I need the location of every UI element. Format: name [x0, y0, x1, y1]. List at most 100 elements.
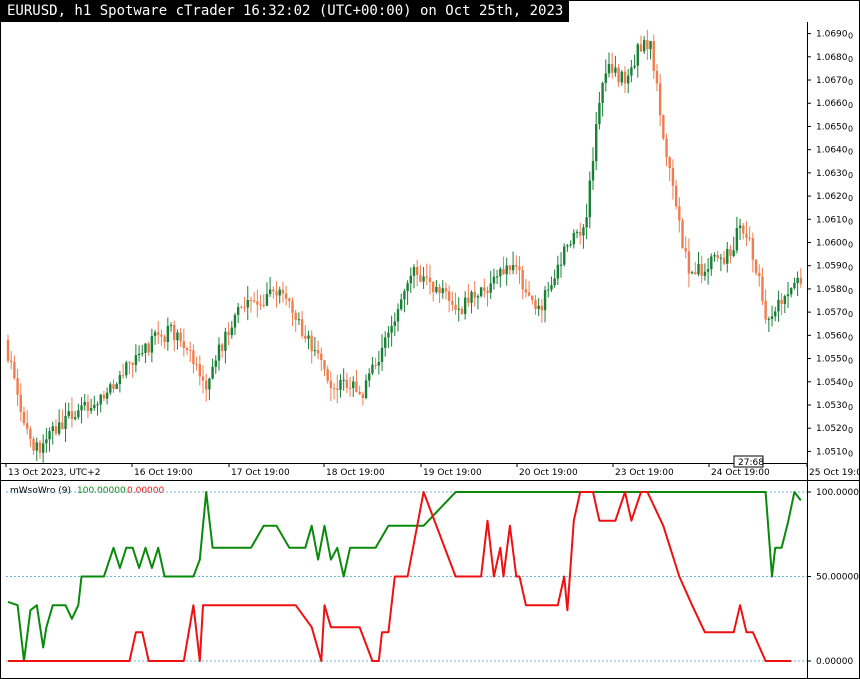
candle-body — [441, 288, 444, 294]
candle-body — [240, 307, 243, 309]
candle-body — [489, 283, 492, 293]
price-axis-tick-label: 1.0690 — [816, 30, 848, 40]
candle-body — [220, 344, 224, 351]
price-axis-tick-label: 1.0680 — [816, 53, 848, 63]
candle-body — [697, 263, 700, 275]
candle-body — [128, 362, 131, 364]
candle-body — [224, 331, 227, 351]
candle-body — [662, 115, 665, 139]
price-axis-tick-subdigit: 0 — [848, 264, 853, 273]
candle-body — [19, 394, 22, 412]
candle-body — [169, 324, 173, 326]
candle-body — [147, 343, 150, 353]
candle-body — [415, 266, 419, 275]
candle-body — [364, 380, 368, 398]
candle-body — [173, 324, 176, 341]
candle-body — [61, 422, 64, 429]
chart-canvas[interactable]: 1.0690 01.0680 01.0670 01.0660 01.0650 01.064… — [1, 1, 859, 678]
candle-body — [435, 286, 438, 293]
candle-body — [722, 257, 726, 264]
price-axis-tick-label: 1.0620 — [816, 192, 848, 202]
candle-body — [236, 307, 240, 316]
candle-body — [684, 248, 687, 252]
candle-body — [80, 405, 83, 411]
candle-body — [780, 299, 783, 304]
candle-body — [457, 308, 460, 310]
candle-body — [109, 384, 112, 393]
candle-body — [313, 350, 317, 352]
candle-body — [83, 401, 86, 406]
candle-body — [537, 305, 540, 309]
candle-body — [67, 411, 70, 416]
candle-body — [195, 364, 198, 366]
candle-body — [540, 305, 544, 311]
candle-body — [527, 292, 531, 296]
price-axis-tick-label: 1.0610 — [816, 215, 848, 225]
candle-body — [569, 244, 572, 246]
candle-body — [409, 275, 412, 284]
price-axis-tick-label: 1.0560 — [816, 331, 848, 341]
candle-body — [243, 307, 246, 309]
candle-body — [502, 269, 505, 275]
candle-body — [751, 238, 755, 260]
candle-body — [610, 64, 614, 73]
indicator-name: mWsoWro (9) — [10, 486, 71, 496]
candle-body — [438, 286, 441, 294]
candle-body — [323, 360, 326, 370]
candle-body — [671, 168, 675, 186]
price-axis-tick-subdigit: 0 — [848, 78, 853, 87]
price-axis-tick-subdigit: 0 — [848, 194, 853, 203]
candle-body — [345, 379, 349, 388]
candle-body — [585, 217, 588, 228]
candle-body — [246, 300, 249, 308]
price-axis-tick-label: 1.0540 — [816, 378, 848, 388]
price-axis-tick-label: 1.0630 — [816, 169, 848, 179]
candle-body — [492, 276, 496, 284]
candle-body — [377, 362, 381, 366]
candle-body — [617, 67, 620, 83]
candle-body — [189, 349, 192, 351]
candle-body — [393, 321, 397, 326]
candle-body — [486, 290, 489, 293]
candle-body — [703, 271, 707, 276]
candle-body — [134, 355, 138, 365]
price-axis-tick-subdigit: 0 — [848, 55, 853, 64]
candle-body — [700, 263, 703, 276]
price-axis-tick-subdigit: 0 — [848, 310, 853, 319]
candle-body — [137, 353, 141, 356]
candle-body — [620, 71, 623, 83]
candle-body — [214, 360, 217, 367]
candle-body — [77, 410, 80, 418]
candle-body — [368, 373, 371, 381]
candle-body — [400, 299, 403, 310]
candle-body — [799, 277, 803, 284]
candle-body — [25, 423, 29, 429]
candle-body — [425, 276, 428, 278]
candle-body — [45, 439, 48, 444]
candle-body — [793, 283, 796, 289]
candle-body — [361, 394, 365, 398]
price-axis-tick-label: 1.0520 — [816, 424, 848, 434]
candle-body — [665, 138, 668, 158]
candle-body — [64, 415, 67, 429]
candle-body — [563, 246, 566, 265]
candle-body — [713, 255, 716, 257]
candle-body — [265, 294, 269, 306]
candle-body — [786, 294, 790, 297]
price-axis-tick-label: 1.0670 — [816, 76, 848, 86]
candle-body — [48, 431, 51, 440]
candle-body — [54, 426, 58, 434]
candle-body — [444, 288, 448, 292]
candle-body — [105, 392, 109, 399]
chart-window[interactable]: EURUSD, h1 Spotware cTrader 16:32:02 (UT… — [0, 0, 860, 679]
candle-body — [384, 337, 387, 348]
candle-body — [694, 272, 697, 275]
price-axis-tick-subdigit: 0 — [848, 32, 853, 41]
candle-body — [655, 70, 659, 84]
candle-body — [463, 297, 467, 314]
candle-body — [249, 300, 253, 302]
indicator-axis-tick-label: 100.00000 — [816, 488, 859, 498]
time-axis-label: 24 Oct 19:00 — [711, 468, 770, 478]
candle-body — [96, 404, 99, 406]
price-axis-tick-label: 1.0570 — [816, 308, 848, 318]
